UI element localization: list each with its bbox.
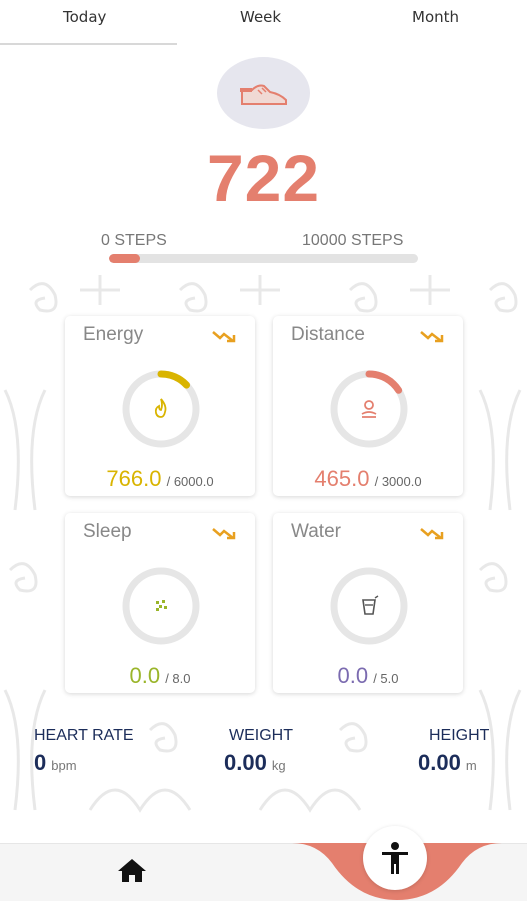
distance-separator: / [374,474,382,489]
water-goal: 5.0 [380,671,399,686]
heart-rate-value-group[interactable]: 0 bpm [34,750,77,776]
person-icon [382,842,408,874]
water-value-line: 0.0 / 5.0 [273,663,463,689]
home-icon[interactable] [116,856,148,884]
trend-down-icon [212,331,236,343]
energy-card[interactable]: Energy 766.0 / 6000.0 [65,316,255,496]
sleep-icon [156,600,167,611]
weight-value-group[interactable]: 0.00 kg [224,750,286,776]
tab-week[interactable]: Week [240,8,281,26]
sleep-card[interactable]: Sleep 0.0 / 8.0 [65,513,255,693]
water-card[interactable]: Water 0.0 / 5.0 [273,513,463,693]
height-label: HEIGHT [429,727,490,744]
trend-down-icon [420,528,444,540]
distance-title: Distance [291,324,365,345]
water-value: 0.0 [337,663,369,688]
steps-progress-fill [109,254,140,263]
tab-today[interactable]: Today [63,8,106,26]
heart-rate-label: HEART RATE [34,727,134,744]
shoe-icon [239,84,287,105]
route-icon [361,400,377,418]
sleep-goal: 8.0 [172,671,191,686]
energy-title: Energy [83,324,144,345]
sleep-value-line: 0.0 / 8.0 [65,663,255,689]
activity-fab-button[interactable] [363,826,427,890]
distance-value-line: 465.0 / 3000.0 [273,466,463,492]
energy-value-line: 766.0 / 6000.0 [65,466,255,492]
energy-value: 766.0 [106,466,162,491]
height-value: 0.00 [418,750,461,775]
distance-value: 465.0 [314,466,370,491]
active-tab-indicator [0,43,177,45]
sleep-title: Sleep [83,521,132,542]
weight-unit: kg [271,758,286,773]
steps-min-label: 0 STEPS [101,232,167,249]
tab-month[interactable]: Month [412,8,459,26]
period-tabs: Today Week Month [0,0,527,45]
trend-down-icon [212,528,236,540]
steps-icon-circle [217,57,310,129]
trend-down-icon [420,331,444,343]
heart-rate-value: 0 [34,750,47,775]
height-unit: m [465,758,477,773]
energy-separator: / [166,474,174,489]
steps-goal-label: 10000 STEPS [302,232,404,249]
weight-label: WEIGHT [229,727,293,744]
heart-rate-unit: bpm [51,758,77,773]
steps-progress-bar [109,254,418,263]
water-title: Water [291,521,341,542]
distance-card[interactable]: Distance 465.0 / 3000.0 [273,316,463,496]
energy-goal: 6000.0 [173,474,214,489]
sleep-value: 0.0 [129,663,161,688]
distance-goal: 3000.0 [381,474,422,489]
flame-icon [154,398,167,418]
water-glass-icon [362,595,379,615]
steps-count: 722 [206,141,321,215]
weight-value: 0.00 [224,750,267,775]
height-value-group[interactable]: 0.00 m [418,750,477,776]
